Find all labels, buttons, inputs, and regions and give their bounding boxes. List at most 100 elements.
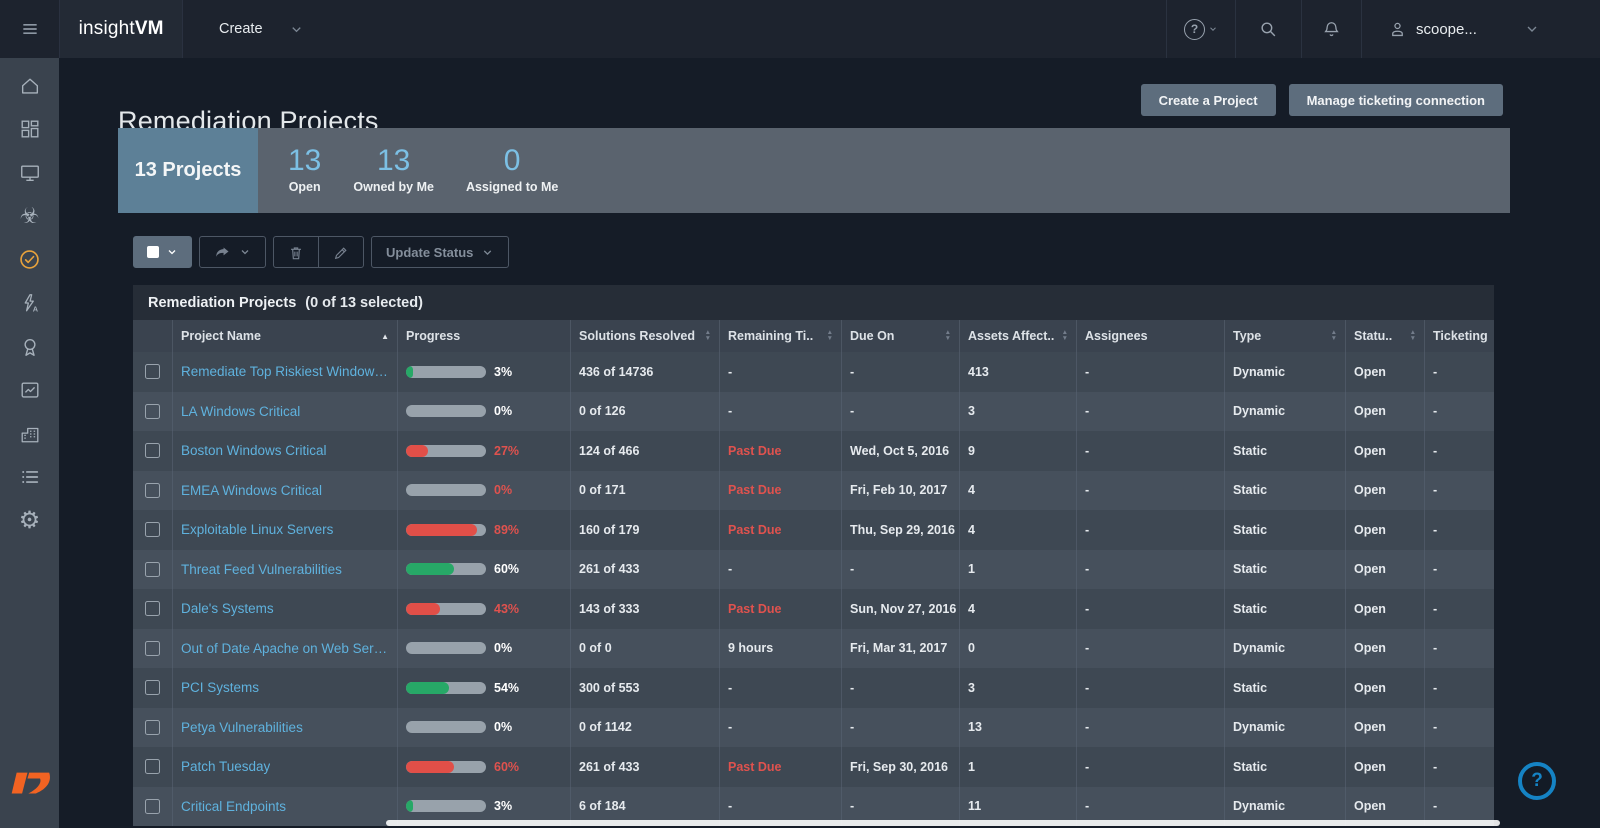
sidebar-item-monitor[interactable] (0, 151, 59, 195)
cell-solutions-resolved: 300 of 553 (571, 668, 720, 708)
sidebar-item-gear[interactable]: ⚙ (0, 499, 59, 543)
cell-assignees: - (1077, 708, 1225, 748)
column-header-progress[interactable]: Progress (398, 320, 571, 352)
table-row: Out of Date Apache on Web Servers0%0 of … (133, 629, 1494, 669)
dashboard-icon (19, 118, 41, 140)
column-header-solutions-resolved[interactable]: Solutions Resolved▲▼ (571, 320, 720, 352)
column-header-assets-affect[interactable]: Assets Affect..▲▼ (960, 320, 1077, 352)
cell-assets-affected: 4 (960, 589, 1077, 629)
sidebar-item-automation[interactable]: A (0, 282, 59, 326)
project-name-link[interactable]: PCI Systems (181, 680, 259, 695)
project-name-link[interactable]: Out of Date Apache on Web Servers (181, 641, 389, 656)
progress-bar (406, 524, 486, 536)
hamburger-menu-button[interactable] (0, 0, 60, 58)
share-dropdown-button[interactable] (199, 236, 266, 268)
cell-checkbox (133, 589, 173, 629)
cell-ticketing: - (1425, 392, 1494, 432)
select-all-dropdown[interactable] (133, 236, 192, 268)
row-checkbox[interactable] (145, 443, 160, 458)
row-checkbox[interactable] (145, 799, 160, 814)
cell-ticketing: - (1425, 510, 1494, 550)
cell-assets-affected: 1 (960, 550, 1077, 590)
project-name-link[interactable]: Critical Endpoints (181, 799, 286, 814)
project-name-link[interactable]: Remediate Top Riskiest Windows... (181, 364, 389, 379)
app-window: insightVM Create ? scoope... ☣A⚙ (0, 0, 1600, 828)
project-name-link[interactable]: Boston Windows Critical (181, 443, 327, 458)
check-circle-icon (18, 248, 41, 271)
column-header-assignees[interactable]: Assignees (1077, 320, 1225, 352)
project-name-link[interactable]: Petya Vulnerabilities (181, 720, 303, 735)
project-name-link[interactable]: EMEA Windows Critical (181, 483, 322, 498)
cell-project-name: LA Windows Critical (173, 392, 398, 432)
row-checkbox[interactable] (145, 720, 160, 735)
sidebar-item-home[interactable] (0, 64, 59, 108)
cell-ticketing: - (1425, 352, 1494, 392)
cell-assignees: - (1077, 550, 1225, 590)
cell-solutions-resolved: 436 of 14736 (571, 352, 720, 392)
update-status-label: Update Status (386, 245, 473, 260)
sidebar-item-list[interactable] (0, 456, 59, 500)
manage-ticketing-button[interactable]: Manage ticketing connection (1289, 84, 1503, 116)
floating-help-button[interactable]: ? (1518, 762, 1556, 800)
bell-icon (1322, 20, 1341, 39)
notifications-button[interactable] (1301, 0, 1361, 58)
progress-percent: 27% (494, 444, 519, 458)
cell-solutions-resolved: 261 of 433 (571, 550, 720, 590)
column-header-remaining-ti[interactable]: Remaining Ti..▲▼ (720, 320, 842, 352)
cell-solutions-resolved: 124 of 466 (571, 431, 720, 471)
row-checkbox[interactable] (145, 641, 160, 656)
stat-assigned-to-me[interactable]: 0Assigned to Me (466, 145, 558, 194)
chevron-down-icon (481, 246, 494, 259)
cell-assignees: - (1077, 510, 1225, 550)
sidebar-item-dashboard[interactable] (0, 108, 59, 152)
sidebar-item-biohazard[interactable]: ☣ (0, 195, 59, 239)
row-checkbox[interactable] (145, 759, 160, 774)
cell-assets-affected: 3 (960, 392, 1077, 432)
row-checkbox[interactable] (145, 404, 160, 419)
project-name-link[interactable]: Dale's Systems (181, 601, 274, 616)
table-row: Patch Tuesday60%261 of 433Past DueFri, S… (133, 747, 1494, 787)
project-name-link[interactable]: Threat Feed Vulnerabilities (181, 562, 342, 577)
cell-remaining-time: - (720, 668, 842, 708)
sidebar-item-chart[interactable] (0, 369, 59, 413)
help-menu-button[interactable]: ? (1166, 0, 1235, 58)
progress-percent: 0% (494, 404, 512, 418)
column-header-statu[interactable]: Statu..▲▼ (1346, 320, 1425, 352)
progress-percent: 60% (494, 562, 519, 576)
row-checkbox[interactable] (145, 483, 160, 498)
column-header-due-on[interactable]: Due On▲▼ (842, 320, 960, 352)
cell-due-on: - (842, 550, 960, 590)
cell-ticketing: - (1425, 747, 1494, 787)
row-checkbox[interactable] (145, 364, 160, 379)
project-name-link[interactable]: LA Windows Critical (181, 404, 300, 419)
update-status-dropdown[interactable]: Update Status (371, 236, 509, 268)
row-checkbox[interactable] (145, 522, 160, 537)
column-header-ticketing[interactable]: Ticketing (1425, 320, 1494, 352)
row-checkbox[interactable] (145, 601, 160, 616)
row-checkbox[interactable] (145, 562, 160, 577)
progress-bar (406, 800, 486, 812)
cell-project-name: Exploitable Linux Servers (173, 510, 398, 550)
stat-value: 13 (377, 145, 410, 177)
cell-project-name: Threat Feed Vulnerabilities (173, 550, 398, 590)
create-menu[interactable]: Create (219, 0, 304, 58)
stat-open[interactable]: 13Open (288, 145, 321, 194)
delete-button[interactable] (274, 237, 318, 268)
sidebar-item-badge[interactable] (0, 325, 59, 369)
edit-button[interactable] (318, 237, 363, 268)
cell-type: Static (1225, 668, 1346, 708)
cell-due-on: Fri, Mar 31, 2017 (842, 629, 960, 669)
project-name-link[interactable]: Exploitable Linux Servers (181, 522, 333, 537)
stat-owned-by-me[interactable]: 13Owned by Me (353, 145, 434, 194)
project-name-link[interactable]: Patch Tuesday (181, 759, 270, 774)
search-button[interactable] (1235, 0, 1301, 58)
projects-count-tab[interactable]: 13 Projects (118, 128, 258, 213)
sidebar-item-check-circle[interactable] (0, 238, 59, 282)
user-menu[interactable]: scoope... (1361, 0, 1600, 58)
sidebar-item-building[interactable] (0, 412, 59, 456)
row-checkbox[interactable] (145, 680, 160, 695)
column-header-project-name[interactable]: Project Name▲ (173, 320, 398, 352)
horizontal-scrollbar[interactable] (386, 820, 1500, 826)
create-project-button[interactable]: Create a Project (1141, 84, 1276, 116)
column-header-type[interactable]: Type▲▼ (1225, 320, 1346, 352)
